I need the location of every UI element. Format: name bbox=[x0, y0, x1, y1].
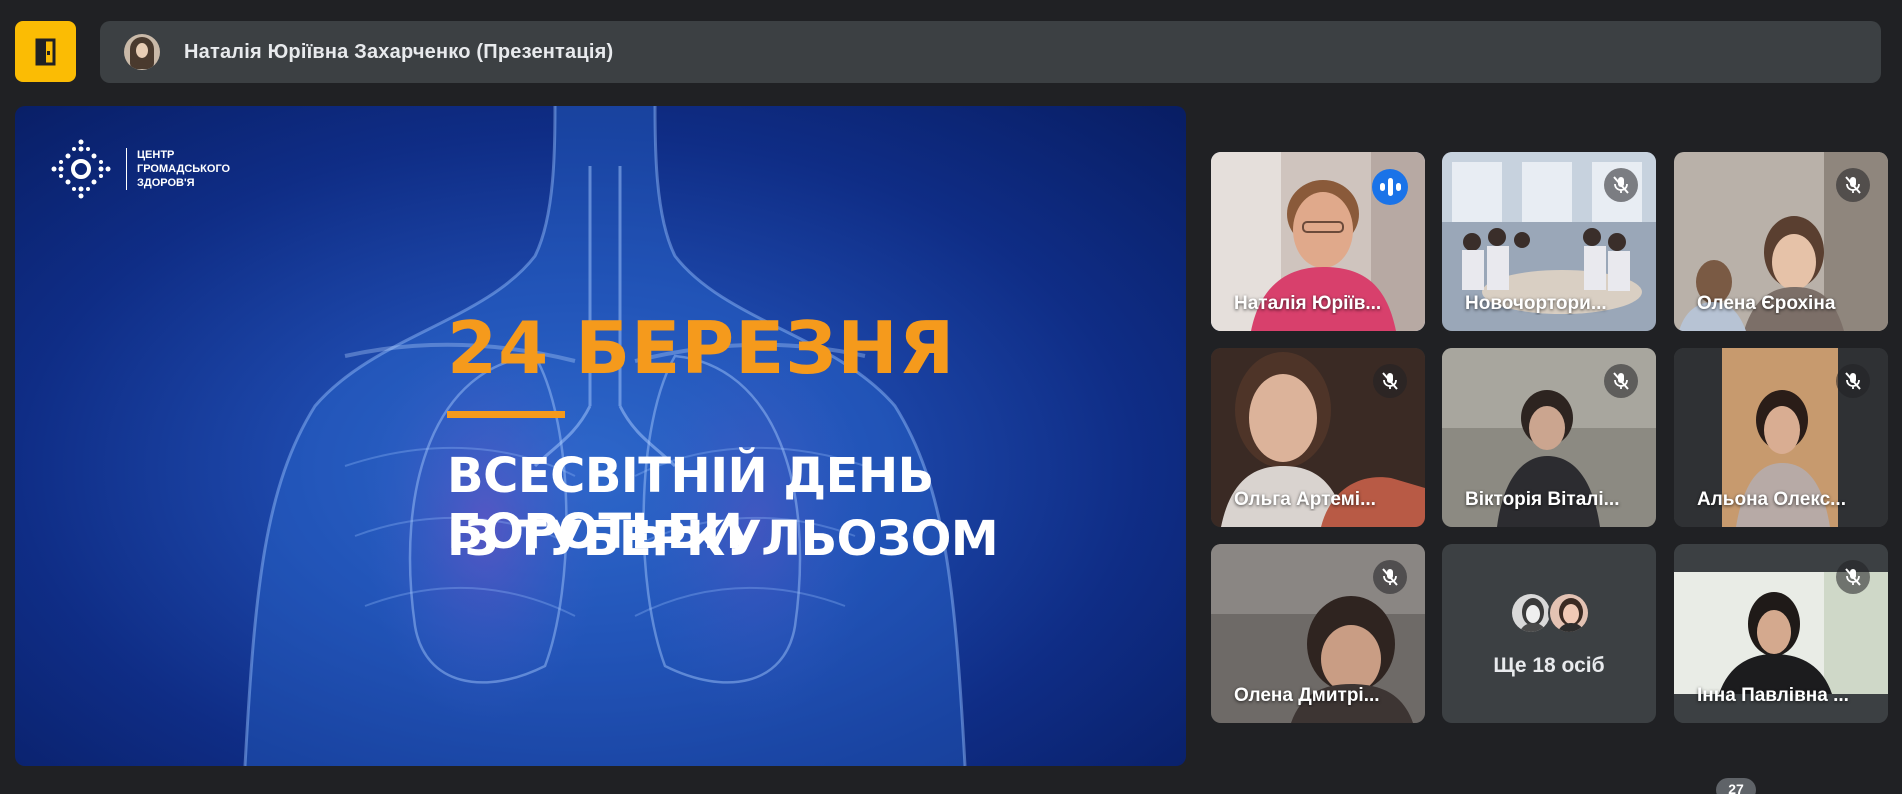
participant-tile-6[interactable]: Альона Олекс... bbox=[1674, 348, 1888, 527]
participant-tile-8[interactable]: Інна Павлівна ... bbox=[1674, 544, 1888, 723]
participant-tile-3[interactable]: Олена Єрохіна bbox=[1674, 152, 1888, 331]
mic-off-icon bbox=[1836, 364, 1870, 398]
mic-off-icon bbox=[1604, 168, 1638, 202]
participant-name: Олена Дмитрі... bbox=[1234, 685, 1380, 706]
cgz-logo-icon bbox=[51, 139, 111, 199]
participant-tile-5[interactable]: Вікторія Віталі... bbox=[1442, 348, 1656, 527]
participant-name: Новочортори... bbox=[1465, 293, 1607, 314]
presenter-name: Наталія Юріївна Захарченко (Презентація) bbox=[184, 40, 614, 63]
participant-tile-4[interactable]: Ольга Артемі... bbox=[1211, 348, 1425, 527]
more-participants-avatars bbox=[1510, 592, 1590, 634]
cgz-logo-text: ЦЕНТР ГРОМАДСЬКОГО ЗДОРОВ'Я bbox=[126, 148, 230, 190]
leave-call-button[interactable] bbox=[15, 21, 76, 82]
lungs-illustration bbox=[243, 106, 967, 766]
more-participants-tile[interactable]: Ще 18 осіб bbox=[1442, 544, 1656, 723]
slide-title-line-2: ІЗ ТУБЕРКУЛЬОЗОМ bbox=[447, 511, 999, 567]
mic-off-icon bbox=[1373, 560, 1407, 594]
speaking-indicator-icon bbox=[1372, 169, 1408, 205]
mic-off-icon bbox=[1604, 364, 1638, 398]
participant-name: Альона Олекс... bbox=[1697, 489, 1846, 510]
more-participants-label: Ще 18 осіб bbox=[1493, 654, 1605, 677]
participant-count-badge[interactable]: 27 bbox=[1716, 778, 1756, 794]
cgz-logo: ЦЕНТР ГРОМАДСЬКОГО ЗДОРОВ'Я bbox=[50, 138, 230, 200]
presenter-bar: Наталія Юріївна Захарченко (Презентація) bbox=[100, 21, 1881, 83]
presenter-avatar bbox=[124, 34, 160, 70]
participant-tile-2[interactable]: Новочортори... bbox=[1442, 152, 1656, 331]
avatar bbox=[1510, 592, 1552, 634]
presentation-slide[interactable]: ЦЕНТР ГРОМАДСЬКОГО ЗДОРОВ'Я 24 БЕРЕЗНЯ В… bbox=[15, 106, 1186, 766]
mic-off-icon bbox=[1373, 364, 1407, 398]
slide-divider bbox=[447, 411, 565, 418]
participant-tile-7[interactable]: Олена Дмитрі... bbox=[1211, 544, 1425, 723]
slide-date: 24 БЕРЕЗНЯ bbox=[447, 306, 956, 390]
mic-off-icon bbox=[1836, 560, 1870, 594]
mic-off-icon bbox=[1836, 168, 1870, 202]
door-exit-icon bbox=[35, 38, 55, 65]
participant-name: Інна Павлівна ... bbox=[1697, 685, 1849, 706]
participant-name: Олена Єрохіна bbox=[1697, 293, 1836, 314]
participant-name: Наталія Юріїв... bbox=[1234, 293, 1382, 314]
participant-tile-1[interactable]: Наталія Юріїв... bbox=[1211, 152, 1425, 331]
participant-name: Ольга Артемі... bbox=[1234, 489, 1376, 510]
avatar bbox=[1548, 592, 1590, 634]
participant-name: Вікторія Віталі... bbox=[1465, 489, 1620, 510]
